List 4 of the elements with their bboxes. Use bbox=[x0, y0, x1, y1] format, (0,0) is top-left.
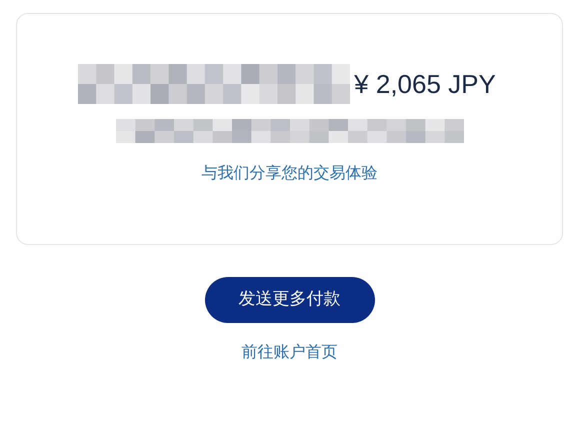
send-more-payments-button[interactable]: 发送更多付款 bbox=[204, 277, 374, 323]
account-home-link[interactable]: 前往账户首页 bbox=[242, 340, 338, 364]
feedback-link[interactable]: 与我们分享您的交易体验 bbox=[202, 161, 378, 185]
amount-text: ¥ 2,065 JPY bbox=[354, 71, 496, 97]
